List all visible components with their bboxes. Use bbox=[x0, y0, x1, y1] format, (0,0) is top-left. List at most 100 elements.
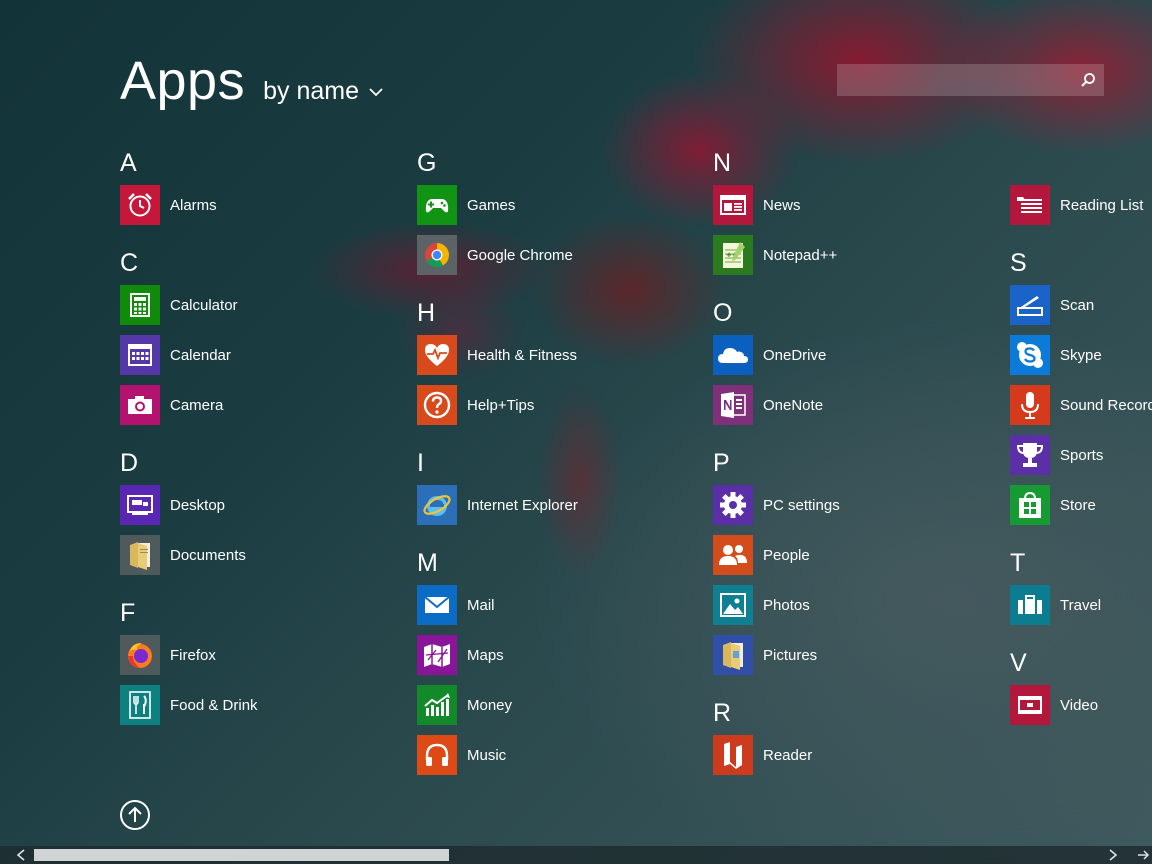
chevron-right-icon bbox=[1109, 849, 1118, 861]
onenote-icon bbox=[713, 385, 753, 425]
apps-header: Apps by name bbox=[120, 50, 383, 112]
folder-documents-icon bbox=[120, 535, 160, 575]
app-tile-google-chrome[interactable]: Google Chrome bbox=[417, 235, 573, 275]
app-tile-people[interactable]: People bbox=[713, 535, 810, 575]
app-label: Travel bbox=[1060, 596, 1102, 614]
group-header-n[interactable]: N bbox=[713, 148, 731, 178]
app-label: Money bbox=[467, 696, 513, 714]
arrow-up-icon bbox=[128, 806, 142, 822]
app-tile-pc-settings[interactable]: PC settings bbox=[713, 485, 840, 525]
app-label: News bbox=[763, 196, 801, 214]
cloud-icon bbox=[713, 335, 753, 375]
go-to-start-button[interactable] bbox=[120, 800, 150, 830]
app-label: Health & Fitness bbox=[467, 346, 578, 364]
scrollbar-thumb[interactable] bbox=[34, 849, 449, 861]
app-tile-maps[interactable]: Maps bbox=[417, 635, 504, 675]
alarm-clock-icon bbox=[120, 185, 160, 225]
app-label: Photos bbox=[763, 596, 810, 614]
app-tile-internet-explorer[interactable]: Internet Explorer bbox=[417, 485, 578, 525]
reader-icon bbox=[713, 735, 753, 775]
app-tile-sports[interactable]: Sports bbox=[1010, 435, 1103, 475]
app-tile-desktop[interactable]: Desktop bbox=[120, 485, 225, 525]
chevron-left-icon bbox=[16, 849, 25, 861]
app-label: Video bbox=[1060, 696, 1099, 714]
reading-list-icon bbox=[1010, 185, 1050, 225]
group-header-t[interactable]: T bbox=[1010, 548, 1025, 578]
app-tile-photos[interactable]: Photos bbox=[713, 585, 810, 625]
app-label: Scan bbox=[1060, 296, 1095, 314]
internet-explorer-icon bbox=[417, 485, 457, 525]
app-tile-store[interactable]: Store bbox=[1010, 485, 1096, 525]
app-label: Alarms bbox=[170, 196, 217, 214]
search-box bbox=[837, 64, 1104, 96]
group-header-a[interactable]: A bbox=[120, 148, 137, 178]
camera-icon bbox=[120, 385, 160, 425]
map-icon bbox=[417, 635, 457, 675]
app-label: Pictures bbox=[763, 646, 818, 664]
group-header-f[interactable]: F bbox=[120, 598, 135, 628]
group-header-o[interactable]: O bbox=[713, 298, 732, 328]
app-label: Sound Recorder bbox=[1060, 396, 1152, 414]
app-label: Calendar bbox=[170, 346, 231, 364]
calendar-icon bbox=[120, 335, 160, 375]
app-tile-camera[interactable]: Camera bbox=[120, 385, 223, 425]
app-tile-alarms[interactable]: Alarms bbox=[120, 185, 217, 225]
app-tile-food-drink[interactable]: Food & Drink bbox=[120, 685, 258, 725]
sort-label: by name bbox=[263, 77, 359, 105]
app-label: Documents bbox=[170, 546, 246, 564]
question-icon bbox=[417, 385, 457, 425]
app-tile-firefox[interactable]: Firefox bbox=[120, 635, 216, 675]
app-tile-help-tips[interactable]: Help+Tips bbox=[417, 385, 534, 425]
app-tile-video[interactable]: Video bbox=[1010, 685, 1098, 725]
skype-icon bbox=[1010, 335, 1050, 375]
scanner-icon bbox=[1010, 285, 1050, 325]
app-tile-games[interactable]: Games bbox=[417, 185, 515, 225]
search-input[interactable] bbox=[837, 64, 1067, 96]
scroll-right-button[interactable] bbox=[1104, 846, 1122, 864]
app-label: Google Chrome bbox=[467, 246, 573, 264]
app-label: Store bbox=[1060, 496, 1096, 514]
app-tile-news[interactable]: News bbox=[713, 185, 801, 225]
horizontal-scrollbar[interactable] bbox=[0, 846, 1152, 864]
group-header-i[interactable]: I bbox=[417, 448, 424, 478]
app-tile-reading-list[interactable]: Reading List bbox=[1010, 185, 1143, 225]
app-tile-pictures[interactable]: Pictures bbox=[713, 635, 817, 675]
group-header-p[interactable]: P bbox=[713, 448, 730, 478]
headphones-icon bbox=[417, 735, 457, 775]
app-tile-music[interactable]: Music bbox=[417, 735, 506, 775]
chrome-icon bbox=[417, 235, 457, 275]
app-label: Notepad++ bbox=[763, 246, 838, 264]
app-tile-health-fitness[interactable]: Health & Fitness bbox=[417, 335, 577, 375]
app-label: Games bbox=[467, 196, 516, 214]
app-tile-calendar[interactable]: Calendar bbox=[120, 335, 231, 375]
search-icon[interactable] bbox=[1078, 70, 1098, 90]
group-header-m[interactable]: M bbox=[417, 548, 438, 578]
group-header-r[interactable]: R bbox=[713, 698, 731, 728]
app-tile-notepad-plus-plus[interactable]: ++ Notepad++ bbox=[713, 235, 837, 275]
envelope-icon bbox=[417, 585, 457, 625]
newspaper-icon bbox=[713, 185, 753, 225]
app-tile-onedrive[interactable]: OneDrive bbox=[713, 335, 826, 375]
app-tile-sound-recorder[interactable]: Sound Recorder bbox=[1010, 385, 1152, 425]
app-tile-reader[interactable]: Reader bbox=[713, 735, 812, 775]
group-header-d[interactable]: D bbox=[120, 448, 138, 478]
group-header-g[interactable]: G bbox=[417, 148, 436, 178]
sort-by-dropdown[interactable]: by name bbox=[263, 77, 383, 106]
app-tile-onenote[interactable]: OneNote bbox=[713, 385, 823, 425]
app-label: Internet Explorer bbox=[467, 496, 578, 514]
app-tile-scan[interactable]: Scan bbox=[1010, 285, 1094, 325]
heartbeat-icon bbox=[417, 335, 457, 375]
app-tile-documents[interactable]: Documents bbox=[120, 535, 246, 575]
app-tile-travel[interactable]: Travel bbox=[1010, 585, 1101, 625]
scroll-left-button[interactable] bbox=[12, 846, 30, 864]
app-tile-calculator[interactable]: Calculator bbox=[120, 285, 238, 325]
group-header-h[interactable]: H bbox=[417, 298, 435, 328]
group-header-v[interactable]: V bbox=[1010, 648, 1027, 678]
group-header-c[interactable]: C bbox=[120, 248, 138, 278]
group-header-s[interactable]: S bbox=[1010, 248, 1027, 278]
gear-icon bbox=[713, 485, 753, 525]
app-tile-money[interactable]: Money bbox=[417, 685, 512, 725]
photo-icon bbox=[713, 585, 753, 625]
app-tile-mail[interactable]: Mail bbox=[417, 585, 495, 625]
app-tile-skype[interactable]: Skype bbox=[1010, 335, 1102, 375]
